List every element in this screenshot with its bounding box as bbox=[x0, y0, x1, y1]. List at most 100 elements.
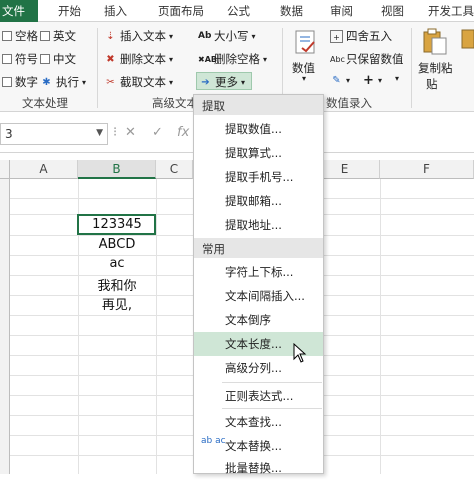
tab-file[interactable]: 文件 bbox=[0, 0, 38, 22]
column-header-b[interactable]: B bbox=[78, 160, 156, 179]
text-group-label: 文本处理 bbox=[22, 96, 68, 110]
clipboard-icon bbox=[423, 28, 447, 55]
gridline bbox=[380, 179, 381, 474]
star-icon: ✱ bbox=[42, 76, 51, 88]
menu-item-text-replace[interactable]: ab ac 文本替换... bbox=[194, 434, 323, 458]
column-header-f[interactable]: F bbox=[380, 160, 474, 179]
replace-icon: ab ac bbox=[201, 436, 226, 446]
menu-item-text-find[interactable]: 文本查找... bbox=[194, 410, 323, 434]
tab-developer[interactable]: 开发工具 bbox=[428, 3, 474, 19]
menu-item-sup-sub[interactable]: 字符上下标... bbox=[194, 260, 323, 284]
tab-page-layout[interactable]: 页面布局 bbox=[158, 3, 204, 19]
insert-text-button[interactable]: ⇣ 插入文本 ▾ bbox=[104, 28, 173, 44]
space-checkbox[interactable]: 空格 bbox=[2, 28, 38, 44]
chevron-down-icon: ▾ bbox=[241, 77, 246, 87]
format-paste-icon[interactable] bbox=[460, 26, 474, 76]
symbol-checkbox[interactable]: 符号 bbox=[2, 51, 38, 67]
checkbox-icon bbox=[2, 77, 12, 87]
menu-item-extract-email[interactable]: 提取邮箱... bbox=[194, 189, 323, 213]
chevron-down-icon: ▾ bbox=[378, 76, 383, 85]
english-checkbox[interactable]: 英文 bbox=[40, 28, 76, 44]
gridline bbox=[156, 179, 157, 474]
tab-home[interactable]: 开始 bbox=[58, 3, 81, 19]
menu-item-extract-number[interactable]: 提取数值... bbox=[194, 117, 323, 141]
chevron-down-icon: ▼ bbox=[96, 128, 103, 138]
group-separator bbox=[97, 28, 98, 108]
delete-text-icon: ✖ bbox=[106, 53, 115, 65]
delete-space-icon: ✖AB bbox=[198, 54, 217, 64]
enter-icon[interactable]: ✓ bbox=[152, 125, 163, 140]
checkbox-icon bbox=[40, 54, 50, 64]
mouse-cursor-icon bbox=[293, 343, 307, 363]
value-icon bbox=[295, 30, 315, 54]
round-button[interactable]: + 四舍五入 bbox=[330, 28, 392, 44]
chevron-down-icon: ▾ bbox=[302, 74, 307, 83]
value-button[interactable]: 数值 ▾ bbox=[289, 26, 325, 84]
cell-b-value[interactable]: 我和你 bbox=[78, 275, 156, 294]
group-separator bbox=[411, 28, 412, 108]
chevron-down-icon: ▾ bbox=[169, 31, 174, 41]
case-button[interactable]: Ab 大小写 ▾ bbox=[198, 28, 256, 44]
menu-item-extract-formula[interactable]: 提取算式... bbox=[194, 141, 323, 165]
case-icon: Ab bbox=[198, 30, 212, 41]
cell-b-value[interactable]: 123345 bbox=[78, 217, 156, 232]
menu-section-extract: 提取 bbox=[194, 95, 323, 115]
advanced-group-label: 高级文本 bbox=[152, 96, 198, 110]
round-icon: + bbox=[330, 29, 343, 43]
dropdown-arrow[interactable]: ▾ bbox=[395, 74, 399, 83]
execute-button[interactable]: ✱ 执行 ▾ bbox=[40, 74, 86, 90]
value-edit-button[interactable]: ✎ ▾ bbox=[330, 74, 350, 87]
scissors-icon: ✂ bbox=[106, 76, 115, 88]
delete-text-button[interactable]: ✖ 删除文本 ▾ bbox=[104, 51, 173, 67]
cell-b-value[interactable]: ac bbox=[78, 256, 156, 271]
brush-icon bbox=[461, 29, 474, 49]
fx-icon[interactable]: fx bbox=[177, 125, 189, 140]
menu-item-reverse-text[interactable]: 文本倒序 bbox=[194, 308, 323, 332]
chinese-checkbox[interactable]: 中文 bbox=[40, 51, 76, 67]
arrow-right-icon: ➔ bbox=[201, 76, 210, 88]
menu-item-extract-address[interactable]: 提取地址... bbox=[194, 213, 323, 237]
column-header-c[interactable]: C bbox=[156, 160, 193, 179]
chevron-down-icon: ▾ bbox=[346, 76, 351, 85]
menu-item-regex[interactable]: 正则表达式... bbox=[194, 384, 323, 408]
menu-item-extract-phone[interactable]: 提取手机号... bbox=[194, 165, 323, 189]
cancel-icon[interactable]: ✕ bbox=[125, 125, 136, 140]
tab-data[interactable]: 数据 bbox=[280, 3, 303, 19]
plus-icon: + bbox=[363, 73, 374, 88]
chevron-down-icon: ▾ bbox=[169, 54, 174, 64]
tab-view[interactable]: 视图 bbox=[381, 3, 404, 19]
select-all-corner[interactable] bbox=[0, 160, 10, 179]
cell-b-value[interactable]: ABCD bbox=[78, 237, 156, 252]
tab-insert[interactable]: 插入 bbox=[104, 3, 127, 19]
chevron-down-icon: ▾ bbox=[169, 77, 174, 87]
extract-text-button[interactable]: ✂ 截取文本 ▾ bbox=[104, 74, 173, 90]
delete-space-button[interactable]: ✖AB 删除空格 ▾ bbox=[198, 51, 267, 67]
drag-handle-icon[interactable]: ⁝ bbox=[113, 125, 117, 140]
more-dropdown-menu: 提取 提取数值... 提取算式... 提取手机号... 提取邮箱... 提取地址… bbox=[193, 94, 324, 475]
keep-value-icon: Abc bbox=[330, 54, 345, 64]
menu-separator bbox=[222, 408, 322, 409]
insert-text-icon: ⇣ bbox=[106, 30, 115, 42]
chevron-down-icon: ▾ bbox=[395, 74, 400, 83]
menu-section-common: 常用 bbox=[194, 238, 323, 258]
menu-item-interval-insert[interactable]: 文本间隔插入... bbox=[194, 284, 323, 308]
menu-separator bbox=[222, 382, 322, 383]
column-header-a[interactable]: A bbox=[10, 160, 78, 179]
more-button[interactable]: ➔ 更多 ▾ bbox=[196, 72, 252, 90]
checkbox-icon bbox=[2, 54, 12, 64]
copy-paste-button[interactable]: 复制粘 贴 bbox=[418, 26, 458, 94]
number-checkbox[interactable]: 数字 bbox=[2, 74, 38, 90]
chevron-down-icon: ▾ bbox=[263, 54, 268, 64]
menu-item-batch-replace[interactable]: 批量替换... bbox=[194, 456, 323, 480]
cell-b-value[interactable]: 再见, bbox=[78, 294, 156, 313]
edit-icon: ✎ bbox=[332, 75, 341, 86]
value-group-label: 数值录入 bbox=[326, 96, 372, 110]
name-box[interactable]: 3 ▼ bbox=[0, 123, 108, 145]
tab-formulas[interactable]: 公式 bbox=[227, 3, 250, 19]
row-header-strip[interactable] bbox=[0, 179, 10, 474]
tab-review[interactable]: 审阅 bbox=[330, 3, 353, 19]
ribbon-tab-bar: 文件 开始 插入 页面布局 公式 数据 审阅 视图 开发工具 bbox=[0, 0, 474, 22]
keep-value-button[interactable]: Abc 只保留数值 bbox=[330, 51, 404, 67]
chevron-down-icon: ▾ bbox=[251, 31, 256, 41]
plus-button[interactable]: + ▾ bbox=[362, 74, 382, 87]
